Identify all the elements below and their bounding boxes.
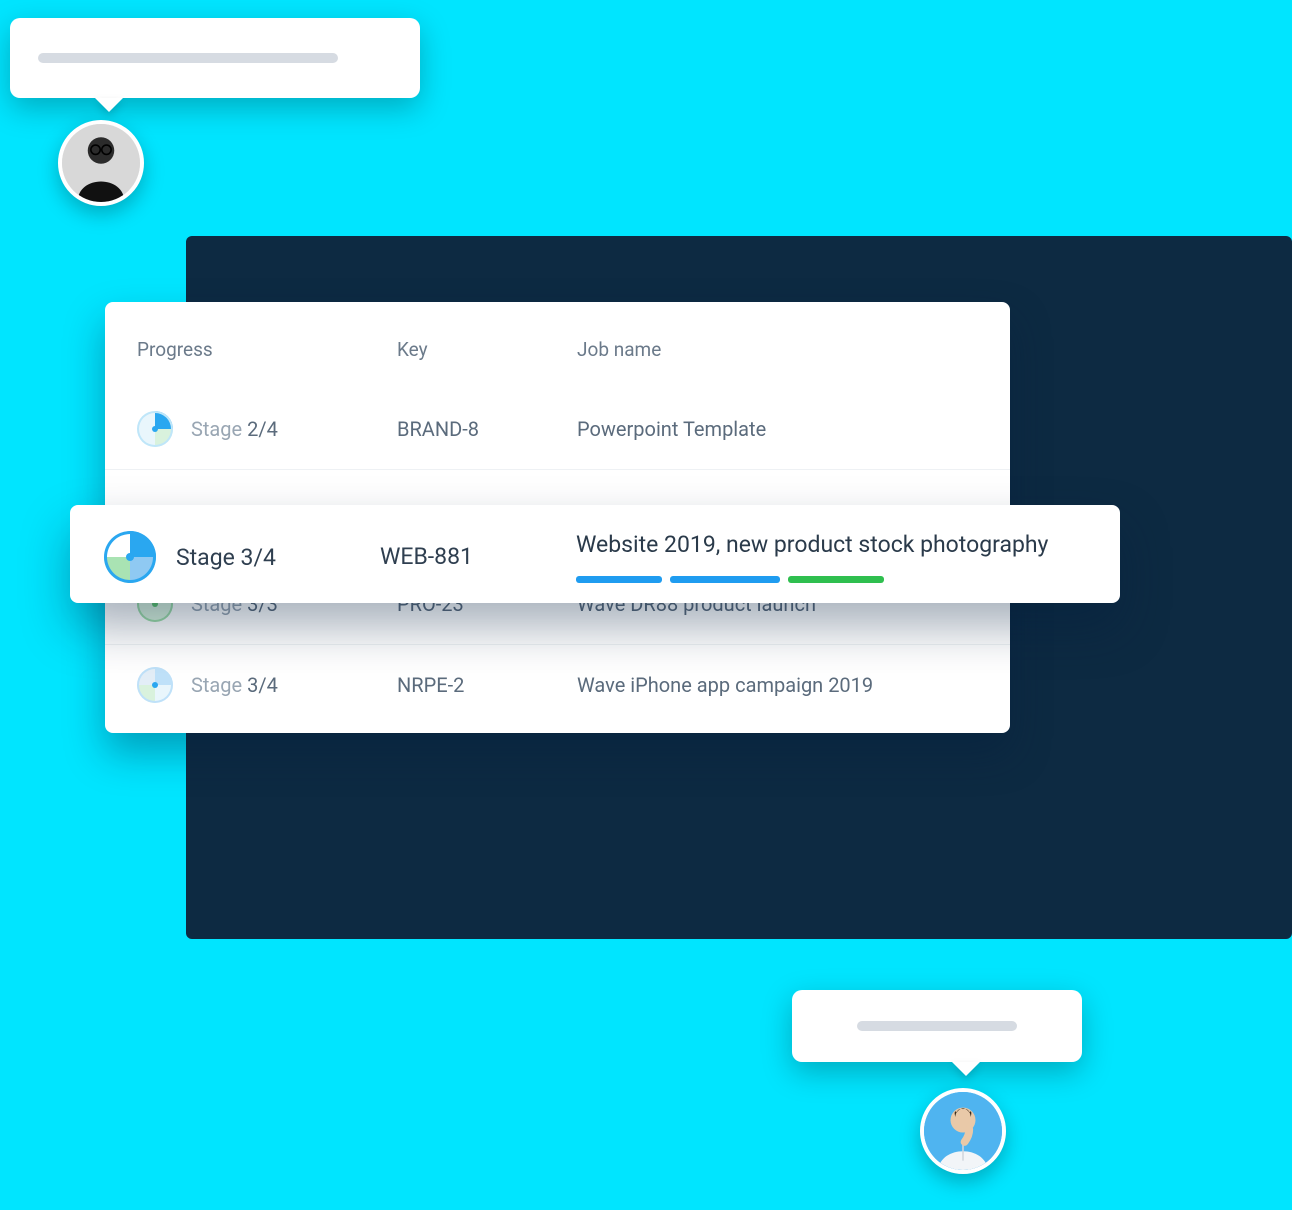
stage-label: Stage 2/4 — [191, 417, 278, 441]
stage-label: Stage 3/4 — [191, 673, 278, 697]
job-name-cell: Website 2019, new product stock photogra… — [576, 531, 1086, 558]
placeholder-line — [857, 1021, 1017, 1031]
table-row[interactable]: Stage 2/4 BRAND-8 Powerpoint Template — [105, 389, 1010, 469]
stage-bar-1 — [576, 576, 662, 583]
placeholder-line — [38, 53, 338, 63]
avatar-bottom — [920, 1088, 1006, 1174]
table-header-row: Progress Key Job name — [105, 302, 1010, 389]
stage-bar-2 — [670, 576, 780, 583]
job-name-cell: Wave iPhone app campaign 2019 — [577, 673, 978, 697]
table-row[interactable]: Stage 3/4 NRPE-2 Wave iPhone app campaig… — [105, 644, 1010, 725]
comment-bubble-top — [10, 18, 420, 98]
key-cell: WEB-881 — [380, 531, 576, 570]
person-silhouette-icon — [62, 124, 140, 202]
key-cell: BRAND-8 — [397, 417, 577, 441]
job-name-cell: Powerpoint Template — [577, 417, 978, 441]
progress-bars — [576, 576, 1086, 583]
col-header-key: Key — [397, 338, 577, 361]
col-header-jobname: Job name — [577, 338, 978, 361]
progress-pie-icon — [137, 411, 173, 447]
avatar-top — [58, 120, 144, 206]
stage-label: Stage 3/4 — [176, 544, 276, 571]
progress-pie-icon — [104, 531, 156, 583]
person-silhouette-icon — [924, 1092, 1002, 1170]
stage-bar-3 — [788, 576, 884, 583]
key-cell: NRPE-2 — [397, 673, 577, 697]
progress-pie-icon — [137, 667, 173, 703]
col-header-progress: Progress — [137, 338, 397, 361]
comment-bubble-bottom — [792, 990, 1082, 1062]
table-row-highlighted[interactable]: Stage 3/4 WEB-881 Website 2019, new prod… — [70, 505, 1120, 603]
